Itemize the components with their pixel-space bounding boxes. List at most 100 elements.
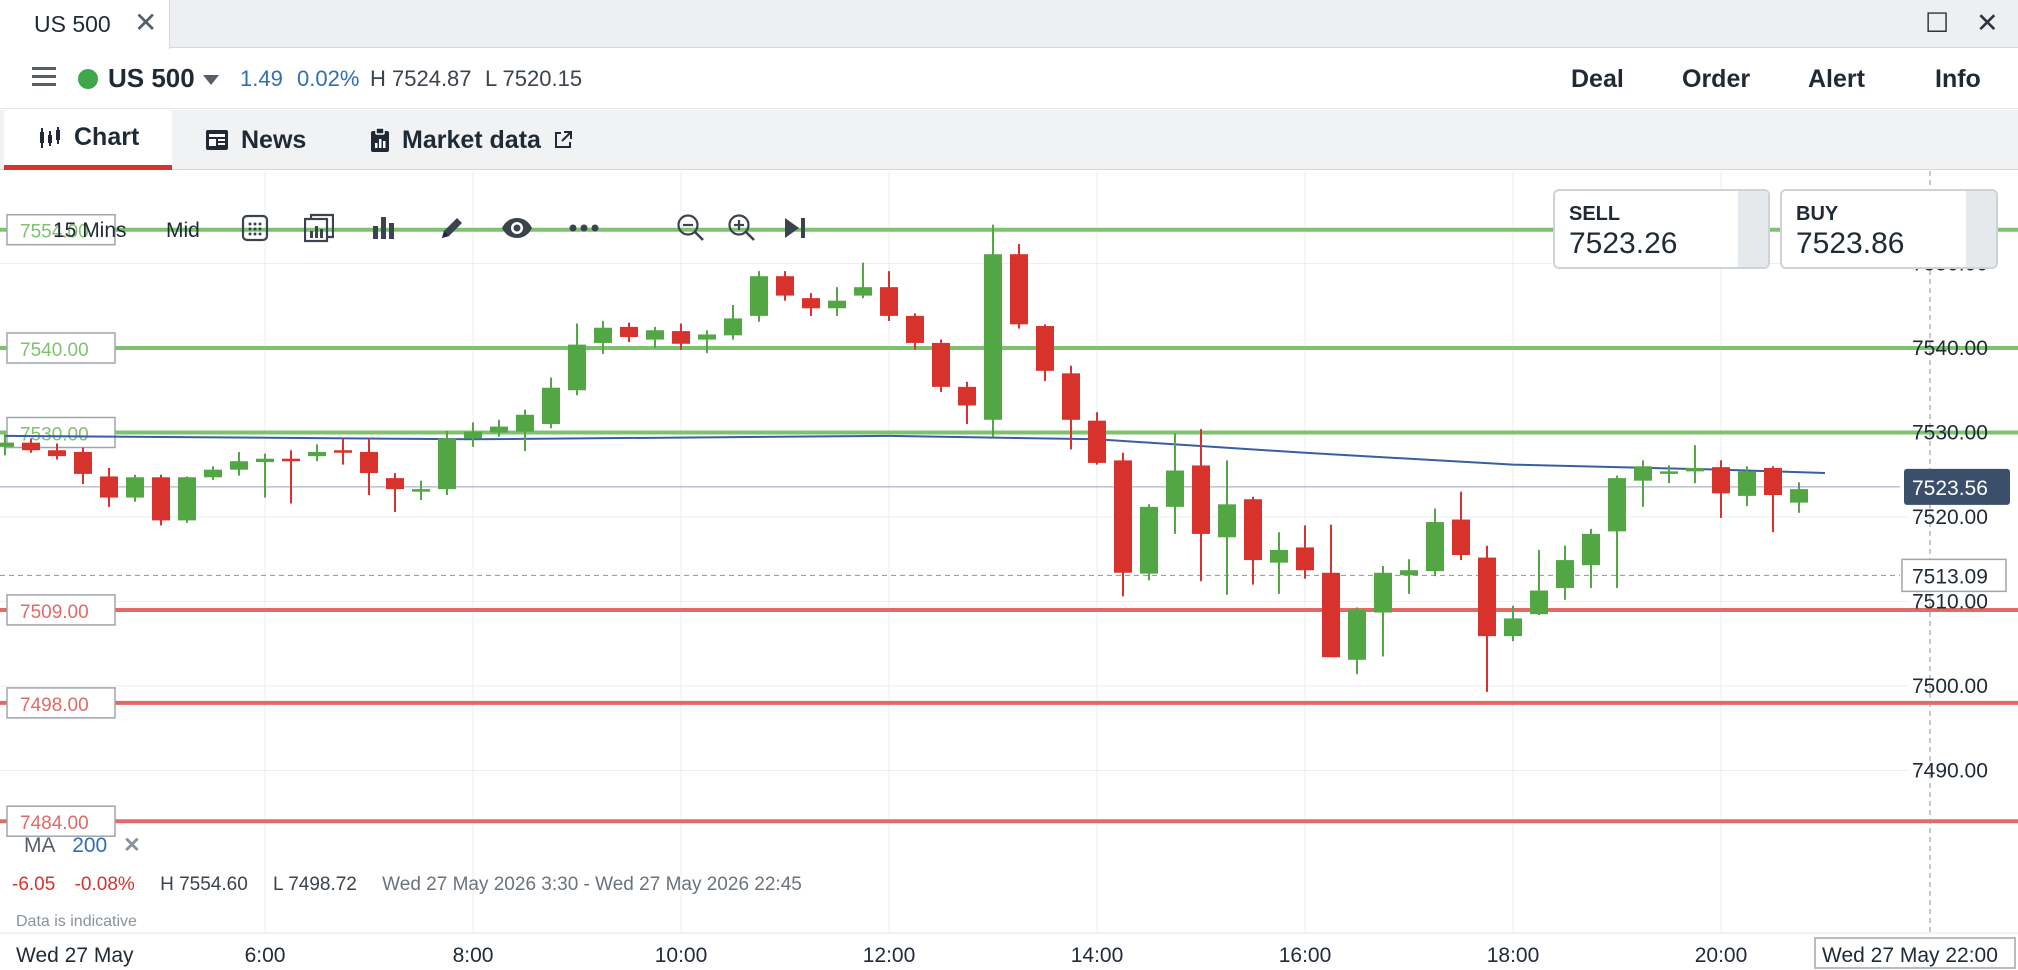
candle[interactable] bbox=[74, 447, 92, 485]
candle[interactable] bbox=[880, 271, 898, 321]
candle[interactable] bbox=[906, 313, 924, 350]
candle[interactable] bbox=[1322, 524, 1340, 658]
candle[interactable] bbox=[178, 476, 196, 523]
candle[interactable] bbox=[1582, 528, 1600, 588]
candle[interactable] bbox=[308, 444, 326, 462]
level-label[interactable]: 7498.00 bbox=[20, 695, 89, 716]
candle[interactable] bbox=[1634, 460, 1652, 507]
candle[interactable] bbox=[1192, 429, 1210, 582]
price-type-selector[interactable]: Mid bbox=[166, 219, 200, 243]
candle[interactable] bbox=[1738, 466, 1756, 507]
candle[interactable] bbox=[984, 224, 1002, 437]
candle[interactable] bbox=[1166, 433, 1184, 534]
candle[interactable] bbox=[932, 339, 950, 392]
candle-body bbox=[256, 458, 274, 463]
calculator-icon[interactable] bbox=[238, 211, 272, 245]
candle-body bbox=[230, 461, 248, 470]
candle[interactable] bbox=[204, 466, 222, 480]
candle[interactable] bbox=[126, 474, 144, 502]
candle[interactable] bbox=[1478, 545, 1496, 692]
candle-body bbox=[958, 386, 976, 406]
candle[interactable] bbox=[828, 287, 846, 316]
info-button[interactable]: Info bbox=[1935, 65, 1981, 94]
candle[interactable] bbox=[958, 381, 976, 425]
level-label[interactable]: 7484.00 bbox=[20, 813, 89, 834]
remove-ma-icon[interactable]: ✕ bbox=[123, 834, 141, 857]
candle[interactable] bbox=[1348, 607, 1366, 675]
candle[interactable] bbox=[1296, 525, 1314, 579]
level-label[interactable]: 7540.00 bbox=[20, 340, 89, 361]
candle[interactable] bbox=[1712, 460, 1730, 518]
candle[interactable] bbox=[1764, 466, 1782, 533]
instrument-dropdown-icon[interactable] bbox=[203, 75, 219, 85]
ma-period[interactable]: 200 bbox=[72, 834, 107, 857]
buy-button[interactable]: BUY 7523.86 bbox=[1780, 189, 1998, 269]
candle[interactable] bbox=[516, 409, 534, 452]
candle[interactable] bbox=[438, 430, 456, 496]
candle[interactable] bbox=[1452, 491, 1470, 561]
price-chart[interactable]: 7554.007540.007530.007509.007498.007484.… bbox=[0, 171, 2018, 970]
candle[interactable] bbox=[1036, 324, 1054, 381]
candle[interactable] bbox=[854, 262, 872, 299]
candle-body bbox=[880, 287, 898, 316]
compare-icon[interactable] bbox=[302, 211, 336, 245]
zoom-in-icon[interactable] bbox=[725, 211, 759, 245]
tab-market-data[interactable]: Market data bbox=[370, 110, 573, 170]
draw-pencil-icon[interactable] bbox=[435, 211, 469, 245]
maximize-icon[interactable]: ☐ bbox=[1925, 8, 1949, 38]
more-icon[interactable] bbox=[567, 211, 601, 245]
candle[interactable] bbox=[256, 453, 274, 498]
chart-type-icon[interactable] bbox=[367, 211, 401, 245]
candle[interactable] bbox=[1244, 496, 1262, 585]
candle[interactable] bbox=[1114, 452, 1132, 597]
visibility-eye-icon[interactable] bbox=[500, 211, 534, 245]
candle[interactable] bbox=[1374, 566, 1392, 657]
close-window-icon[interactable]: ✕ bbox=[1976, 8, 1999, 38]
level-label[interactable]: 7509.00 bbox=[20, 602, 89, 623]
candle[interactable] bbox=[568, 323, 586, 396]
menu-icon[interactable] bbox=[32, 67, 56, 87]
candle[interactable] bbox=[724, 304, 742, 340]
sell-price: 7523.26 bbox=[1569, 227, 1678, 260]
candle[interactable] bbox=[620, 322, 638, 343]
candle[interactable] bbox=[412, 480, 430, 501]
candle[interactable] bbox=[1140, 504, 1158, 581]
candle[interactable] bbox=[646, 326, 664, 348]
candle[interactable] bbox=[1270, 532, 1288, 594]
candle[interactable] bbox=[282, 450, 300, 504]
candle[interactable] bbox=[1010, 244, 1028, 329]
window-tab[interactable]: US 500 ✕ bbox=[0, 0, 170, 49]
order-button[interactable]: Order bbox=[1682, 65, 1750, 94]
close-tab-icon[interactable]: ✕ bbox=[134, 9, 157, 37]
deal-button[interactable]: Deal bbox=[1571, 65, 1624, 94]
candle[interactable] bbox=[152, 474, 170, 526]
candle[interactable] bbox=[1400, 559, 1418, 594]
tab-news[interactable]: News bbox=[205, 110, 306, 170]
candle[interactable] bbox=[1686, 445, 1704, 484]
candle[interactable] bbox=[1062, 365, 1080, 450]
candle[interactable] bbox=[1218, 460, 1236, 595]
sell-button[interactable]: SELL 7523.26 bbox=[1553, 189, 1770, 269]
zoom-out-icon[interactable] bbox=[674, 211, 708, 245]
tab-chart[interactable]: Chart bbox=[4, 110, 172, 170]
candle[interactable] bbox=[386, 473, 404, 512]
candle[interactable] bbox=[750, 271, 768, 322]
candle[interactable] bbox=[464, 422, 482, 447]
candle[interactable] bbox=[1530, 549, 1548, 616]
candle[interactable] bbox=[100, 467, 118, 507]
candle[interactable] bbox=[672, 323, 690, 350]
alert-button[interactable]: Alert bbox=[1808, 65, 1865, 94]
candle[interactable] bbox=[776, 271, 794, 301]
x-tick-label: 14:00 bbox=[1071, 944, 1124, 967]
interval-selector[interactable]: 15 Mins bbox=[53, 219, 127, 243]
instrument-name[interactable]: US 500 bbox=[108, 63, 195, 94]
candle[interactable] bbox=[802, 293, 820, 316]
candle[interactable] bbox=[1608, 475, 1626, 588]
candle[interactable] bbox=[542, 377, 560, 429]
candle[interactable] bbox=[1556, 545, 1574, 600]
candle[interactable] bbox=[334, 438, 352, 465]
candle[interactable] bbox=[1426, 508, 1444, 577]
candle[interactable] bbox=[230, 451, 248, 476]
skip-to-end-icon[interactable] bbox=[778, 211, 812, 245]
candle[interactable] bbox=[1088, 412, 1106, 465]
